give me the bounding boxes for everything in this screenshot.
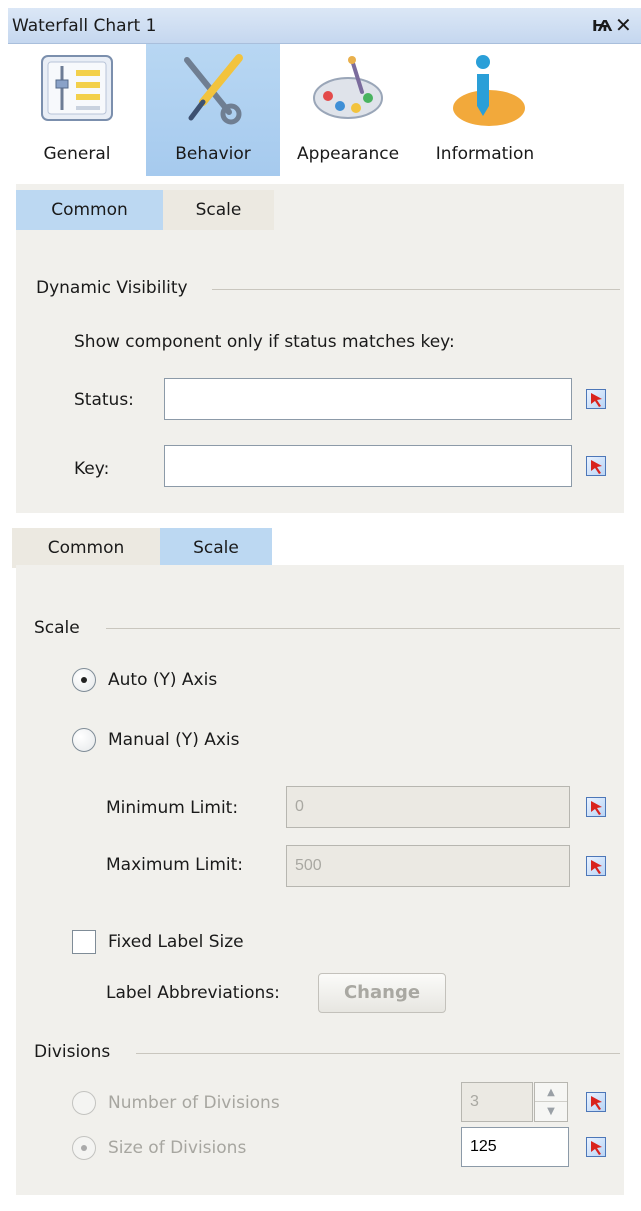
min-limit-input[interactable]: [286, 786, 570, 828]
key-input[interactable]: [164, 445, 572, 487]
auto-axis-label: Auto (Y) Axis: [108, 670, 218, 690]
tab-general-label: General: [43, 144, 111, 164]
fixed-label-size-label: Fixed Label Size: [108, 932, 244, 952]
panel-titlebar: Waterfall Chart 1 Ѩ ✕: [8, 8, 641, 44]
cell-selector-icon: [591, 860, 602, 874]
size-divisions-bind-button[interactable]: [586, 1137, 606, 1157]
section-divider: [106, 628, 620, 629]
window-title: Waterfall Chart 1: [12, 16, 157, 36]
tab-appearance-label: Appearance: [296, 144, 400, 164]
size-divisions-label: Size of Divisions: [108, 1138, 247, 1158]
sliders-icon: [41, 55, 113, 121]
change-button[interactable]: Change: [318, 973, 446, 1013]
status-input[interactable]: [164, 378, 572, 420]
fixed-label-size-checkbox[interactable]: [72, 930, 96, 954]
info-icon: [453, 55, 525, 126]
divisions-title: Divisions: [34, 1042, 111, 1062]
scale-title: Scale: [34, 618, 80, 638]
key-bind-button[interactable]: [586, 456, 606, 476]
size-divisions-radio[interactable]: [72, 1136, 96, 1160]
tab-information-label: Information: [435, 144, 535, 164]
num-divisions-radio[interactable]: [72, 1091, 96, 1115]
tab-information[interactable]: Information: [416, 44, 554, 176]
visibility-instruction: Show component only if status matches ke…: [74, 332, 455, 352]
cell-selector-icon: [591, 1141, 602, 1155]
pin-icon[interactable]: Ѩ: [592, 17, 612, 35]
num-divisions-bind-button[interactable]: [586, 1092, 606, 1112]
cell-selector-icon: [591, 393, 602, 407]
cell-selector-icon: [591, 801, 602, 815]
subtab-scale-2[interactable]: Scale: [160, 528, 272, 568]
auto-axis-radio[interactable]: [72, 668, 96, 692]
size-divisions-input[interactable]: [461, 1127, 569, 1167]
scale-panel: Scale Auto (Y) Axis Manual (Y) Axis Mini…: [16, 565, 624, 1195]
section-divider: [136, 1053, 620, 1054]
max-limit-bind-button[interactable]: [586, 856, 606, 876]
status-label: Status:: [74, 390, 134, 410]
num-divisions-label: Number of Divisions: [108, 1093, 280, 1113]
max-limit-label: Maximum Limit:: [106, 855, 244, 875]
min-limit-label: Minimum Limit:: [106, 798, 239, 818]
cell-selector-icon: [591, 460, 602, 474]
label-abbrev-label: Label Abbreviations:: [106, 983, 280, 1003]
subtab-common[interactable]: Common: [16, 190, 163, 230]
key-label: Key:: [74, 459, 110, 479]
tab-behavior-label: Behavior: [175, 144, 251, 164]
cell-selector-icon: [591, 1096, 602, 1110]
num-divisions-input[interactable]: [461, 1082, 533, 1122]
num-divisions-spinner[interactable]: ▲ ▼: [534, 1082, 568, 1122]
palette-icon: [313, 56, 383, 119]
subtab-common-2[interactable]: Common: [12, 528, 160, 568]
min-limit-bind-button[interactable]: [586, 797, 606, 817]
spin-up-icon[interactable]: ▲: [535, 1083, 567, 1102]
dynamic-visibility-title: Dynamic Visibility: [36, 278, 188, 298]
common-panel: Common Scale Dynamic Visibility Show com…: [16, 184, 624, 513]
section-divider: [212, 289, 620, 290]
spin-down-icon[interactable]: ▼: [535, 1102, 567, 1121]
tab-general[interactable]: General: [8, 44, 146, 176]
tab-behavior[interactable]: Behavior: [146, 44, 280, 176]
tools-icon: [184, 54, 243, 125]
status-bind-button[interactable]: [586, 389, 606, 409]
max-limit-input[interactable]: [286, 845, 570, 887]
category-toolbar: General Behavior Appearance Information: [8, 44, 641, 180]
close-icon[interactable]: ✕: [615, 13, 632, 37]
tab-appearance[interactable]: Appearance: [280, 44, 416, 176]
subtab-scale[interactable]: Scale: [163, 190, 274, 230]
manual-axis-label: Manual (Y) Axis: [108, 730, 240, 750]
manual-axis-radio[interactable]: [72, 728, 96, 752]
